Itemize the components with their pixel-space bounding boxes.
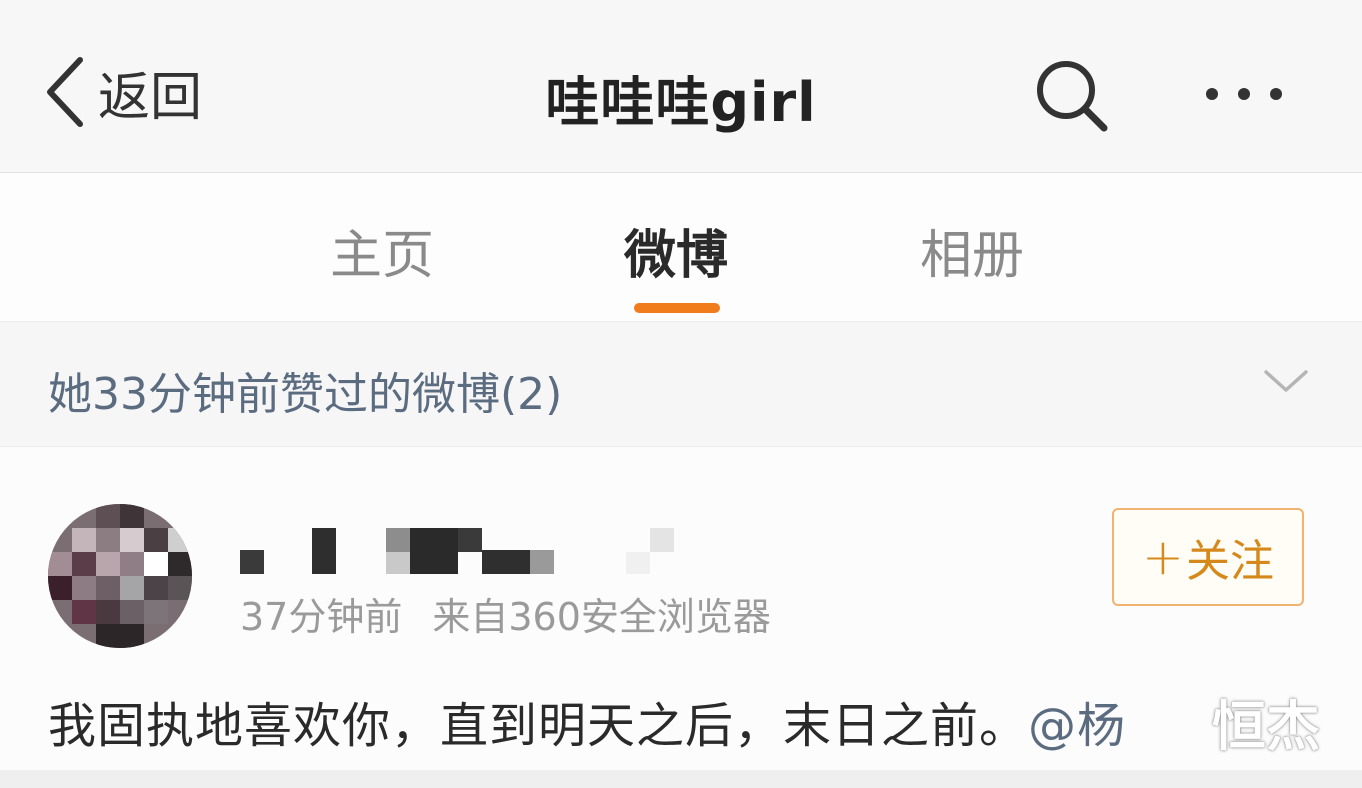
post-body: 我固执地喜欢你，直到明天之后，末日之前。@杨 <box>48 686 1126 756</box>
more-icon <box>1206 88 1282 100</box>
redacted-name-pixels <box>240 528 674 574</box>
pixelated-avatar-image <box>48 504 192 648</box>
active-tab-indicator <box>634 303 720 313</box>
tab-album[interactable]: 相册 <box>920 213 1024 288</box>
post-source: 来自360安全浏览器 <box>432 595 771 639</box>
post-meta: 37分钟前 来自360安全浏览器 <box>240 586 771 641</box>
tab-weibo[interactable]: 微博 <box>624 213 728 288</box>
follow-button[interactable]: + 关注 <box>1112 508 1304 606</box>
more-button[interactable] <box>1198 70 1290 118</box>
profile-tabs: 主页 微博 相册 <box>0 173 1362 322</box>
post-text: 我固执地喜欢你，直到明天之后，末日之前。 <box>48 698 1029 754</box>
plus-icon: + <box>1142 528 1184 586</box>
watermark: 恒杰 <box>1212 695 1320 758</box>
post-time: 37分钟前 <box>240 595 403 639</box>
page-title: 哇哇哇girl <box>545 71 817 134</box>
mention-link[interactable]: @杨 <box>1028 698 1126 754</box>
follow-label: 关注 <box>1185 536 1274 587</box>
liked-posts-row[interactable]: 她33分钟前赞过的微博(2) <box>0 322 1362 447</box>
tab-home[interactable]: 主页 <box>330 213 434 288</box>
avatar[interactable] <box>48 504 192 648</box>
bottom-strip <box>0 770 1362 788</box>
chevron-down-icon <box>1264 370 1308 392</box>
username-redacted[interactable] <box>240 528 680 580</box>
top-nav-bar: 返回 哇哇哇girl <box>0 0 1362 173</box>
search-icon <box>1037 61 1108 132</box>
search-button[interactable] <box>1032 56 1112 136</box>
liked-posts-label: 她33分钟前赞过的微博(2) <box>48 369 563 420</box>
